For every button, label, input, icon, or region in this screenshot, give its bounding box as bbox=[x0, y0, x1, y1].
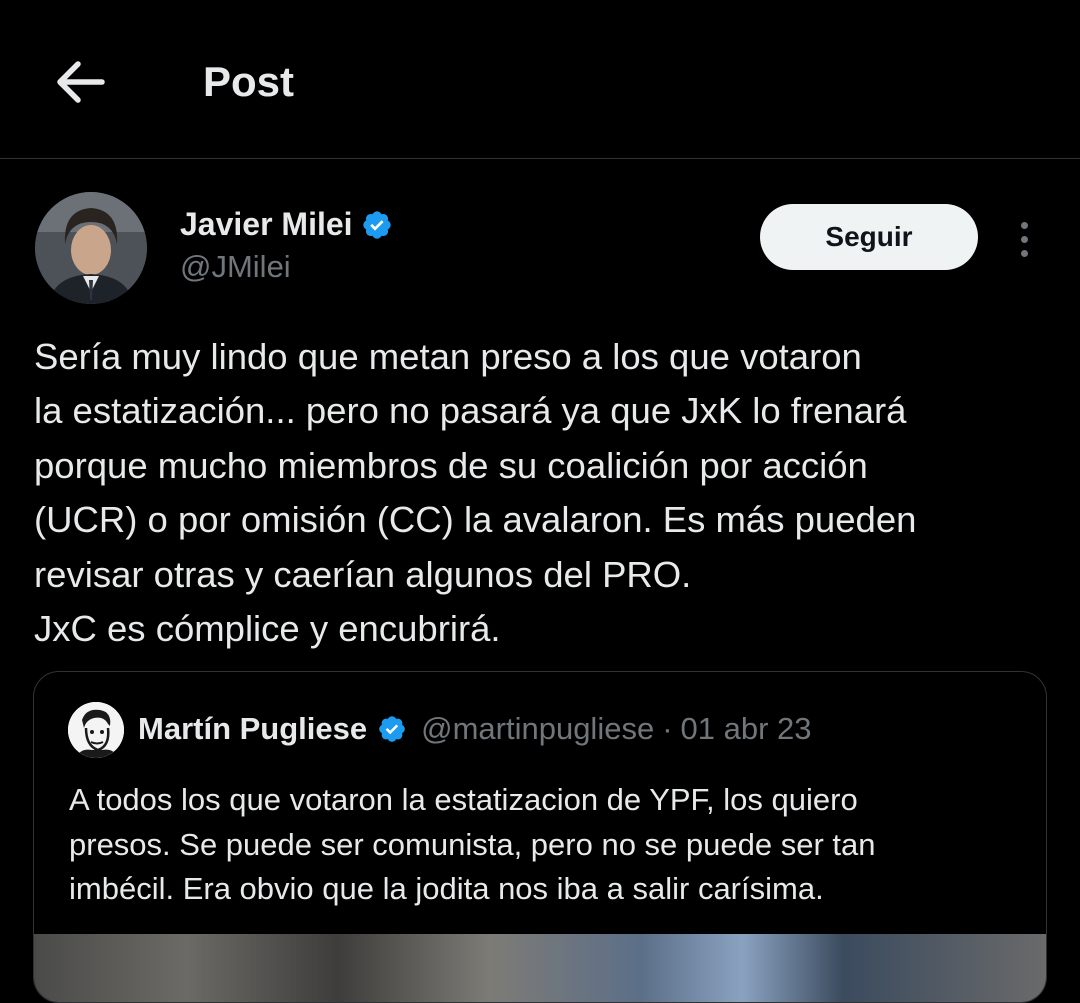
quoted-author-handle: @martinpugliese bbox=[421, 711, 655, 746]
top-bar: Post bbox=[0, 0, 1080, 159]
verified-badge-icon bbox=[362, 210, 391, 239]
arrow-left-icon bbox=[57, 61, 105, 103]
post-text-line: JxC es cómplice y encubrirá. bbox=[34, 608, 501, 650]
quoted-author-name: Martín Pugliese bbox=[138, 711, 368, 746]
post-text-line: revisar otras y caerían algunos del PRO. bbox=[34, 553, 692, 595]
quoted-date: 01 abr 23 bbox=[680, 711, 812, 746]
separator-dot: · bbox=[662, 711, 673, 746]
quoted-text-line: presos. Se puede ser comunista, pero no … bbox=[69, 826, 876, 862]
author-handle[interactable]: @JMilei bbox=[180, 249, 291, 285]
post-text-line: porque mucho miembros de su coalición po… bbox=[34, 444, 868, 486]
post-text-line: la estatización... pero no pasará ya que… bbox=[34, 390, 907, 432]
quoted-post[interactable]: Martín Pugliese @martinpugliese · 01 abr… bbox=[33, 671, 1047, 1003]
quoted-avatar bbox=[68, 702, 124, 758]
quoted-text-line: A todos los que votaron la estatizacion … bbox=[69, 782, 858, 817]
follow-button[interactable]: Seguir bbox=[760, 204, 978, 270]
post-text-line: Sería muy lindo que metan preso a los qu… bbox=[34, 336, 862, 377]
quoted-avatar-image bbox=[68, 702, 124, 758]
avatar[interactable] bbox=[35, 192, 147, 304]
quoted-header: Martín Pugliese @martinpugliese · 01 abr… bbox=[138, 711, 812, 747]
more-options-button[interactable] bbox=[1004, 214, 1044, 264]
back-button[interactable] bbox=[50, 52, 110, 112]
author-name: Javier Milei bbox=[180, 206, 353, 242]
avatar-image bbox=[35, 192, 147, 304]
page-title: Post bbox=[203, 58, 295, 105]
more-vertical-icon bbox=[1020, 221, 1028, 229]
verified-badge-icon bbox=[379, 716, 405, 742]
quoted-media-image[interactable] bbox=[34, 934, 1046, 1002]
quoted-text: A todos los que votaron la estatizacion … bbox=[69, 778, 1029, 912]
post-text-line: (UCR) o por omisión (CC) la avalaron. Es… bbox=[34, 499, 917, 541]
quoted-text-line: imbécil. Era obvio que la jodita nos iba… bbox=[69, 871, 824, 906]
post-text: Sería muy lindo que metan preso a los qu… bbox=[34, 330, 1054, 656]
author-name-row[interactable]: Javier Milei bbox=[180, 206, 393, 243]
